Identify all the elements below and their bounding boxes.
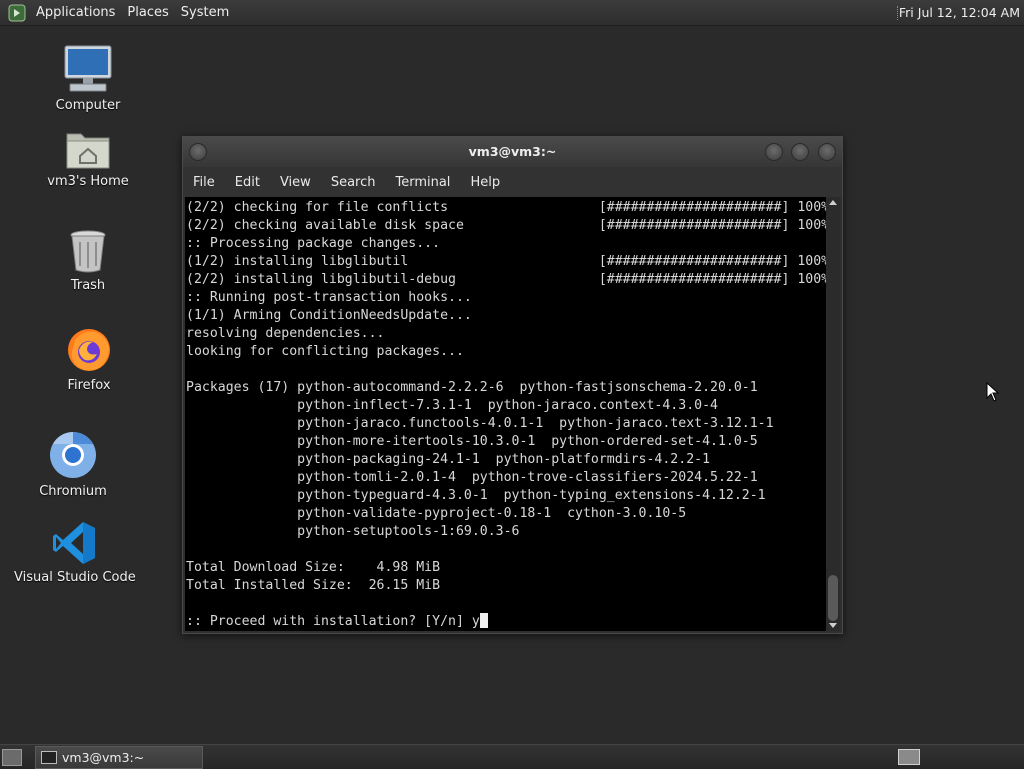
terminal-line: Total Installed Size: 26.15 MiB [186,578,441,593]
vscode-icon [53,522,95,564]
clock[interactable]: Fri Jul 12, 12:04 AM [899,0,1020,25]
terminal-line: python-packaging-24.1-1 python-platformd… [186,452,711,467]
menu-places[interactable]: Places [121,0,174,25]
maximize-button[interactable] [791,143,809,161]
terminal-line: looking for conflicting packages... [186,344,464,359]
terminal-line: python-jaraco.functools-4.0.1-1 python-j… [186,416,774,431]
menu-terminal[interactable]: Terminal [385,175,460,190]
terminal-prompt-line[interactable]: :: Proceed with installation? [Y/n] y [186,613,826,631]
menu-file[interactable]: File [183,175,225,190]
terminal-window[interactable]: vm3@vm3:~ File Edit View Search Terminal… [182,136,843,634]
terminal-cursor [479,613,488,628]
terminal-line: (2/2) checking for file conflicts [#####… [186,200,826,215]
menu-help[interactable]: Help [460,175,510,190]
desktop-icon-label: Computer [55,98,121,113]
computer-icon [64,45,112,92]
terminal-line: python-validate-pyproject-0.18-1 cython-… [186,506,687,521]
taskbar-button-label: vm3@vm3:~ [62,750,145,765]
terminal-line: (1/1) Arming ConditionNeedsUpdate... [186,308,472,323]
terminal-line: :: Running post-transaction hooks... [186,290,472,305]
desktop-icon-trash[interactable]: Trash [48,228,128,293]
terminal-prompt: :: Proceed with installation? [Y/n] [186,614,472,629]
terminal-line: resolving dependencies... [186,326,385,341]
close-button[interactable] [818,143,836,161]
terminal-output[interactable]: (2/2) checking for file conflicts [#####… [185,197,826,631]
scrollbar-thumb[interactable] [828,575,838,621]
terminal-line: (2/2) installing libglibutil-debug [####… [186,272,826,287]
workspace-switcher[interactable] [898,749,920,765]
taskbar-button-terminal[interactable]: vm3@vm3:~ [35,746,203,769]
terminal-line: python-typeguard-4.3.0-1 python-typing_e… [186,488,766,503]
terminal-line: Total Download Size: 4.98 MiB [186,560,441,575]
scroll-up-arrow-icon[interactable] [829,200,837,205]
desktop-icon-label: vm3's Home [47,174,129,189]
distro-logo-icon[interactable] [8,4,26,22]
desktop-icon-computer[interactable]: Computer [48,44,128,113]
window-title: vm3@vm3:~ [468,144,557,159]
terminal-line: :: Processing package changes... [186,236,441,251]
desktop-icon-vscode[interactable]: Visual Studio Code [14,520,136,585]
terminal-line: (2/2) checking available disk space [###… [186,218,826,233]
minimize-button[interactable] [765,143,783,161]
terminal-line: python-setuptools-1:69.0.3-6 [186,524,520,539]
menu-system[interactable]: System [175,0,235,25]
desktop-icon-label: Chromium [39,484,107,499]
desktop-icon-chromium[interactable]: Chromium [33,430,113,499]
menu-edit[interactable]: Edit [225,175,270,190]
trash-icon [70,230,106,273]
terminal-line: Packages (17) python-autocommand-2.2.2-6… [186,380,758,395]
show-desktop-icon[interactable] [2,749,22,766]
home-folder-icon [66,133,110,169]
menu-view[interactable]: View [270,175,321,190]
bottom-panel: vm3@vm3:~ [0,744,1024,769]
desktop-icon-label: Trash [70,278,106,293]
window-menubar: File Edit View Search Terminal Help [183,167,842,197]
terminal-icon [41,751,57,764]
menu-applications[interactable]: Applications [30,0,121,25]
chromium-icon [50,432,96,478]
terminal-scrollbar[interactable] [826,197,840,631]
desktop-icon-home[interactable]: vm3's Home [44,128,132,189]
scroll-down-arrow-icon[interactable] [829,623,837,628]
terminal-input[interactable]: y [472,614,480,629]
terminal-line: (1/2) installing libglibutil [##########… [186,254,826,269]
terminal-line: python-tomli-2.0.1-4 python-trove-classi… [186,470,758,485]
menu-search[interactable]: Search [321,175,386,190]
mouse-pointer-icon [986,382,1000,402]
desktop-icon-label: Firefox [67,378,111,393]
terminal-line: python-more-itertools-10.3.0-1 python-or… [186,434,758,449]
firefox-icon [68,329,110,371]
top-panel: Applications Places System Fri Jul 12, 1… [0,0,1024,26]
desktop-icon-firefox[interactable]: Firefox [49,326,129,393]
window-titlebar[interactable]: vm3@vm3:~ [183,137,842,167]
desktop-icon-label: Visual Studio Code [14,570,136,585]
terminal-line: python-inflect-7.3.1-1 python-jaraco.con… [186,398,718,413]
